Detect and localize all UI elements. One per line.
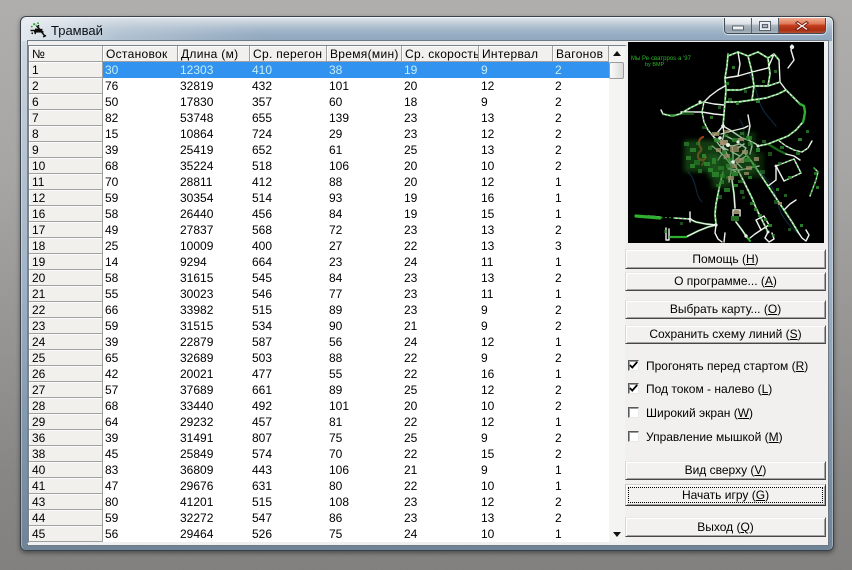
svg-text:by BMP: by BMP xyxy=(645,62,665,68)
